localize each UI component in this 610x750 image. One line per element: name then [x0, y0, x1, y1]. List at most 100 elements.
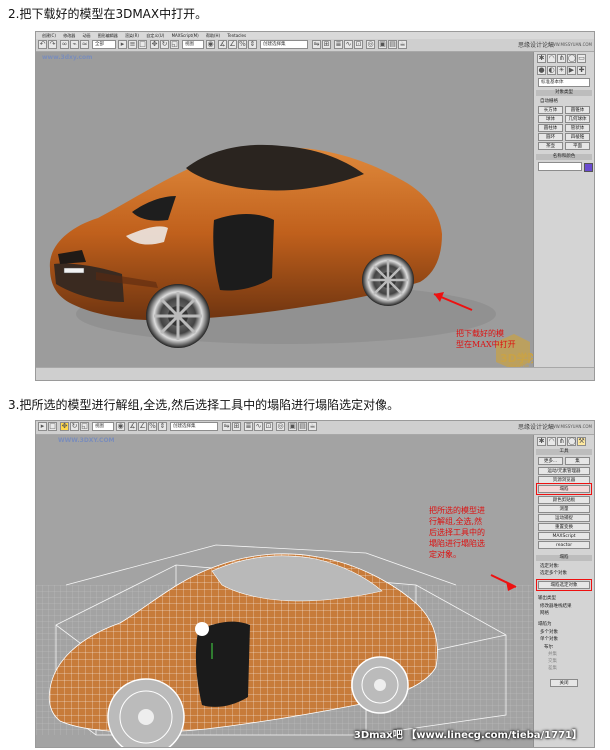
- color-clipboard-button[interactable]: 颜色剪贴板: [538, 496, 590, 504]
- modify-tab-icon[interactable]: ◠: [547, 54, 556, 63]
- render-frame-icon[interactable]: ▤: [388, 40, 397, 49]
- reference-coordinate-dropdown[interactable]: 视图: [182, 40, 204, 49]
- output-option-stack-result[interactable]: 修改器堆栈结果: [540, 603, 572, 609]
- named-selection-dropdown[interactable]: 创建选择集: [260, 40, 308, 49]
- motion-tab-icon[interactable]: ◯: [567, 437, 576, 446]
- hierarchy-tab-icon[interactable]: ⋔: [557, 437, 566, 446]
- render-frame-icon[interactable]: ▤: [298, 422, 307, 431]
- lights-icon[interactable]: ☀: [557, 66, 566, 75]
- link-icon[interactable]: ∞: [60, 40, 69, 49]
- shapes-icon[interactable]: ◐: [547, 66, 556, 75]
- selection-filter-dropdown[interactable]: 全部: [92, 40, 116, 49]
- helpers-icon[interactable]: ✚: [577, 66, 586, 75]
- spinner-snap-icon[interactable]: ⇕: [158, 422, 167, 431]
- output-option-mesh[interactable]: 网格: [540, 610, 549, 616]
- mirror-icon[interactable]: ⇋: [312, 40, 321, 49]
- boolean-subtraction[interactable]: 差集: [548, 665, 557, 671]
- boolean-intersection[interactable]: 交集: [548, 658, 557, 664]
- object-color-swatch[interactable]: [584, 163, 593, 172]
- pyramid-button[interactable]: 四棱锥: [565, 133, 590, 141]
- align-icon[interactable]: ⊞: [232, 422, 241, 431]
- snap-icon[interactable]: ∡: [218, 40, 227, 49]
- more-button[interactable]: 更多...: [538, 457, 563, 465]
- object-name-input[interactable]: [538, 162, 582, 171]
- region-select-icon[interactable]: □: [48, 422, 57, 431]
- percent-snap-icon[interactable]: %: [148, 422, 157, 431]
- angle-snap-icon[interactable]: ∠: [228, 40, 237, 49]
- cameras-icon[interactable]: ▶: [567, 66, 576, 75]
- quick-render-icon[interactable]: ☕: [398, 40, 407, 49]
- reactor-button[interactable]: reactor: [538, 541, 590, 549]
- move-icon[interactable]: ✥: [60, 422, 69, 431]
- plane-button[interactable]: 平面: [565, 142, 590, 150]
- menu-item-help[interactable]: 帮助(H): [206, 33, 220, 38]
- angle-snap-icon[interactable]: ∠: [138, 422, 147, 431]
- sphere-button[interactable]: 球体: [538, 115, 563, 123]
- menu-item-maxscript[interactable]: MAXScript(M): [172, 33, 199, 38]
- display-tab-icon[interactable]: ▭: [577, 54, 586, 63]
- named-selection-dropdown[interactable]: 创建选择集: [170, 422, 218, 431]
- layer-icon[interactable]: ≣: [334, 40, 343, 49]
- name-color-header[interactable]: 名称和颜色: [536, 154, 592, 160]
- schematic-icon[interactable]: ⊡: [354, 40, 363, 49]
- cone-button[interactable]: 圆锥体: [565, 106, 590, 114]
- reference-coordinate-dropdown[interactable]: 视图: [92, 422, 114, 431]
- measure-button[interactable]: 测量: [538, 505, 590, 513]
- hierarchy-tab-icon[interactable]: ⋔: [557, 54, 566, 63]
- autogrid-checkbox[interactable]: 自动栅格: [540, 98, 558, 104]
- geosphere-button[interactable]: 几何球体: [565, 115, 590, 123]
- geometry-icon[interactable]: ●: [537, 66, 546, 75]
- move-icon[interactable]: ✥: [150, 40, 159, 49]
- sets-button[interactable]: 集: [565, 457, 590, 465]
- viewport-perspective-wireframe[interactable]: WWW.3DXY.COM 把所选的模型进 行解组,全选,然 后选择工具中的 塌陷…: [36, 435, 534, 747]
- modify-tab-icon[interactable]: ◠: [547, 437, 556, 446]
- close-button[interactable]: 关闭: [550, 679, 578, 687]
- bind-icon[interactable]: ≈: [80, 40, 89, 49]
- motion-manager-button[interactable]: 运动/元素管理器: [538, 467, 590, 475]
- box-button[interactable]: 长方体: [538, 106, 563, 114]
- mirror-icon[interactable]: ⇋: [222, 422, 231, 431]
- motion-tab-icon[interactable]: ◯: [567, 54, 576, 63]
- primitive-type-dropdown[interactable]: 标准基本体: [538, 78, 590, 87]
- utilities-header[interactable]: 工具: [536, 449, 592, 455]
- torus-button[interactable]: 圆环: [538, 133, 563, 141]
- collapse-to-single[interactable]: 单个对象: [540, 636, 558, 642]
- curve-editor-icon[interactable]: ∿: [254, 422, 263, 431]
- quick-render-icon[interactable]: ☕: [308, 422, 317, 431]
- scale-icon[interactable]: ◱: [80, 422, 89, 431]
- menu-item-graph-editors[interactable]: 图形编辑器: [98, 33, 118, 38]
- motion-capture-button[interactable]: 运动捕捉: [538, 514, 590, 522]
- cylinder-button[interactable]: 圆柱体: [538, 124, 563, 132]
- reset-xform-button[interactable]: 重置变换: [538, 523, 590, 531]
- curve-editor-icon[interactable]: ∿: [344, 40, 353, 49]
- collapse-to-multiple[interactable]: 多个对象: [540, 629, 558, 635]
- redo-icon[interactable]: ↷: [48, 40, 57, 49]
- select-by-name-icon[interactable]: ≡: [128, 40, 137, 49]
- tube-button[interactable]: 管状体: [565, 124, 590, 132]
- create-tab-icon[interactable]: ✱: [537, 437, 546, 446]
- align-icon[interactable]: ⊞: [322, 40, 331, 49]
- menu-item-modifiers[interactable]: 修改器: [63, 33, 75, 38]
- spinner-snap-icon[interactable]: ⇕: [248, 40, 257, 49]
- collapse-rollout-header[interactable]: 塌陷: [536, 555, 592, 561]
- menu-item-tentacles[interactable]: Tentacles: [227, 33, 246, 38]
- material-editor-icon[interactable]: ◎: [366, 40, 375, 49]
- rotate-icon[interactable]: ↻: [160, 40, 169, 49]
- maxscript-button[interactable]: MAXScript: [538, 532, 590, 540]
- schematic-icon[interactable]: ⊡: [264, 422, 273, 431]
- menu-item-customize[interactable]: 自定义(U): [146, 33, 164, 38]
- rotate-icon[interactable]: ↻: [70, 422, 79, 431]
- render-setup-icon[interactable]: ▣: [288, 422, 297, 431]
- menu-item-rendering[interactable]: 渲染(R): [125, 33, 139, 38]
- teapot-button[interactable]: 茶壶: [538, 142, 563, 150]
- select-icon[interactable]: ▸: [38, 422, 47, 431]
- unlink-icon[interactable]: ⌁: [70, 40, 79, 49]
- undo-icon[interactable]: ↶: [38, 40, 47, 49]
- render-setup-icon[interactable]: ▣: [378, 40, 387, 49]
- viewport-perspective[interactable]: www.3dxy.com 把下载好的模 型在MAX中打开 3D学: [36, 52, 534, 370]
- pivot-icon[interactable]: ◉: [116, 422, 125, 431]
- scale-icon[interactable]: ◱: [170, 40, 179, 49]
- pivot-icon[interactable]: ◉: [206, 40, 215, 49]
- menu-item-create[interactable]: 创建(C): [42, 33, 56, 38]
- snap-icon[interactable]: ∡: [128, 422, 137, 431]
